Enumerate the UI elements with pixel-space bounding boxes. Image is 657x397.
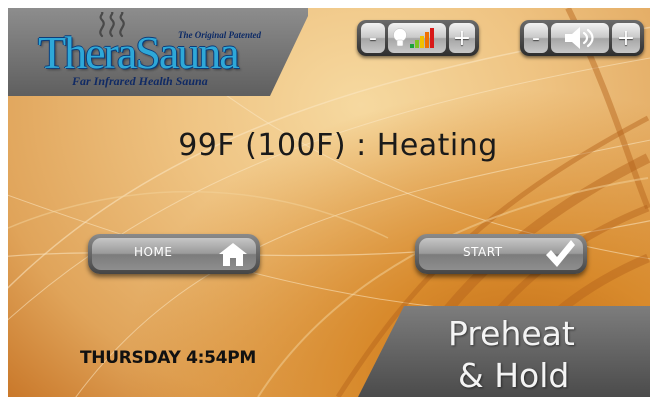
speaker-icon [565,27,594,49]
light-level-display [388,23,446,53]
volume-display [551,23,609,53]
lightbulb-icon [393,28,434,48]
logo-subtitle: Far Infrared Health Sauna [72,74,208,88]
mode-label-line2: & Hold [458,356,570,395]
mode-label-line1: Preheat [448,314,575,353]
home-button[interactable]: HOME [88,234,260,274]
light-control: - + [357,20,479,56]
logo-panel: The Original Patented TheraSauna Far Inf… [8,8,308,96]
mode-panel: Preheat & Hold [358,306,650,397]
start-button-label: START [463,245,503,259]
volume-minus-button[interactable]: - [524,23,548,53]
home-button-label: HOME [134,245,173,259]
temperature-status: 99F (100F) : Heating [178,128,498,163]
checkmark-icon [546,240,575,267]
start-button[interactable]: START [415,234,587,274]
volume-plus-button[interactable]: + [612,23,640,53]
date-time: THURSDAY 4:54PM [80,348,256,368]
light-plus-button[interactable]: + [449,23,475,53]
house-icon [219,243,247,266]
light-minus-button[interactable]: - [361,23,385,53]
volume-control: - + [520,20,644,56]
color-level-bars-icon [410,28,434,48]
logo-brand: TheraSauna [38,27,240,78]
sauna-touchscreen: The Original Patented TheraSauna Far Inf… [8,8,650,397]
